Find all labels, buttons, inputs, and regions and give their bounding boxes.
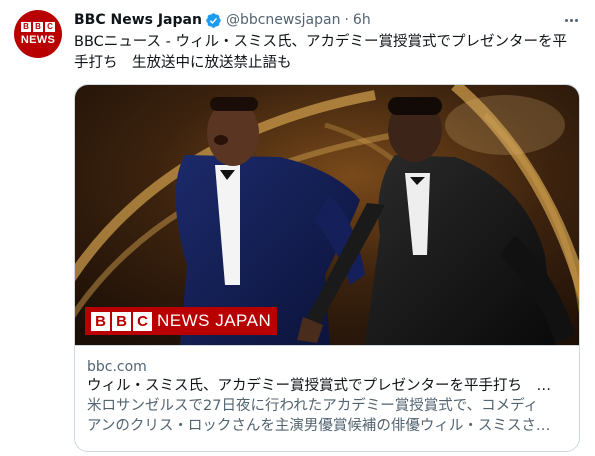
tweet-text-line: 手打ち 生放送中に放送禁止語も bbox=[74, 55, 292, 71]
card-image[interactable]: B B C NEWS JAPAN bbox=[75, 85, 579, 345]
card-domain: bbc.com bbox=[87, 359, 147, 375]
watermark-word: NEWS JAPAN bbox=[157, 311, 272, 330]
display-name[interactable]: BBC News Japan bbox=[74, 12, 202, 28]
tweet-header: BBC News Japan @bbcnewsjapan · 6h bbox=[74, 10, 371, 30]
logo-word: NEWS bbox=[20, 34, 56, 46]
card-description-line: 米ロサンゼルスで27日夜に行われたアカデミー賞授賞式で、コメディ bbox=[87, 398, 539, 414]
handle[interactable]: @bbcnewsjapan bbox=[226, 12, 341, 28]
tweet-text-line: BBCニュース - ウィル・スミス氏、アカデミー賞授賞式でプレゼンターを平 bbox=[74, 34, 567, 50]
avatar[interactable]: B B C NEWS bbox=[14, 10, 62, 58]
watermark-logo: B B C bbox=[91, 311, 152, 331]
more-horizontal-icon[interactable] bbox=[560, 10, 582, 30]
card-title: ウィル・スミス氏、アカデミー賞授賞式でプレゼンターを平手打ち … bbox=[87, 378, 551, 394]
card-body[interactable]: bbc.com ウィル・スミス氏、アカデミー賞授賞式でプレゼンターを平手打ち …… bbox=[75, 345, 579, 451]
logo-letter: C bbox=[45, 22, 55, 32]
bbc-news-japan-watermark: B B C NEWS JAPAN bbox=[85, 307, 278, 335]
bbc-logo: B B C bbox=[21, 22, 55, 32]
tweet[interactable]: B B C NEWS BBC News Japan @bbcnewsjapan … bbox=[0, 0, 595, 456]
verified-badge-icon bbox=[206, 12, 221, 28]
tweet-text: BBCニュース - ウィル・スミス氏、アカデミー賞授賞式でプレゼンターを平 手打… bbox=[74, 32, 584, 74]
watermark-letter: B bbox=[91, 311, 110, 331]
more-dot bbox=[574, 18, 578, 22]
logo-letter: B bbox=[21, 22, 31, 32]
news-photo bbox=[75, 85, 579, 345]
separator: · bbox=[344, 12, 349, 28]
watermark-letter: B bbox=[112, 311, 131, 331]
card-description: 米ロサンゼルスで27日夜に行われたアカデミー賞授賞式で、コメディ アンのクリス・… bbox=[87, 396, 567, 436]
watermark-letter: C bbox=[133, 311, 152, 331]
link-card[interactable]: B B C NEWS JAPAN bbc.com ウィル・スミス氏、アカデミー賞… bbox=[74, 84, 580, 452]
card-description-line: アンのクリス・ロックさんを主演男優賞候補の俳優ウィル・スミスさ… bbox=[87, 418, 551, 434]
timestamp[interactable]: 6h bbox=[353, 12, 371, 28]
more-dot bbox=[569, 18, 573, 22]
more-dot bbox=[564, 18, 568, 22]
logo-letter: B bbox=[33, 22, 43, 32]
